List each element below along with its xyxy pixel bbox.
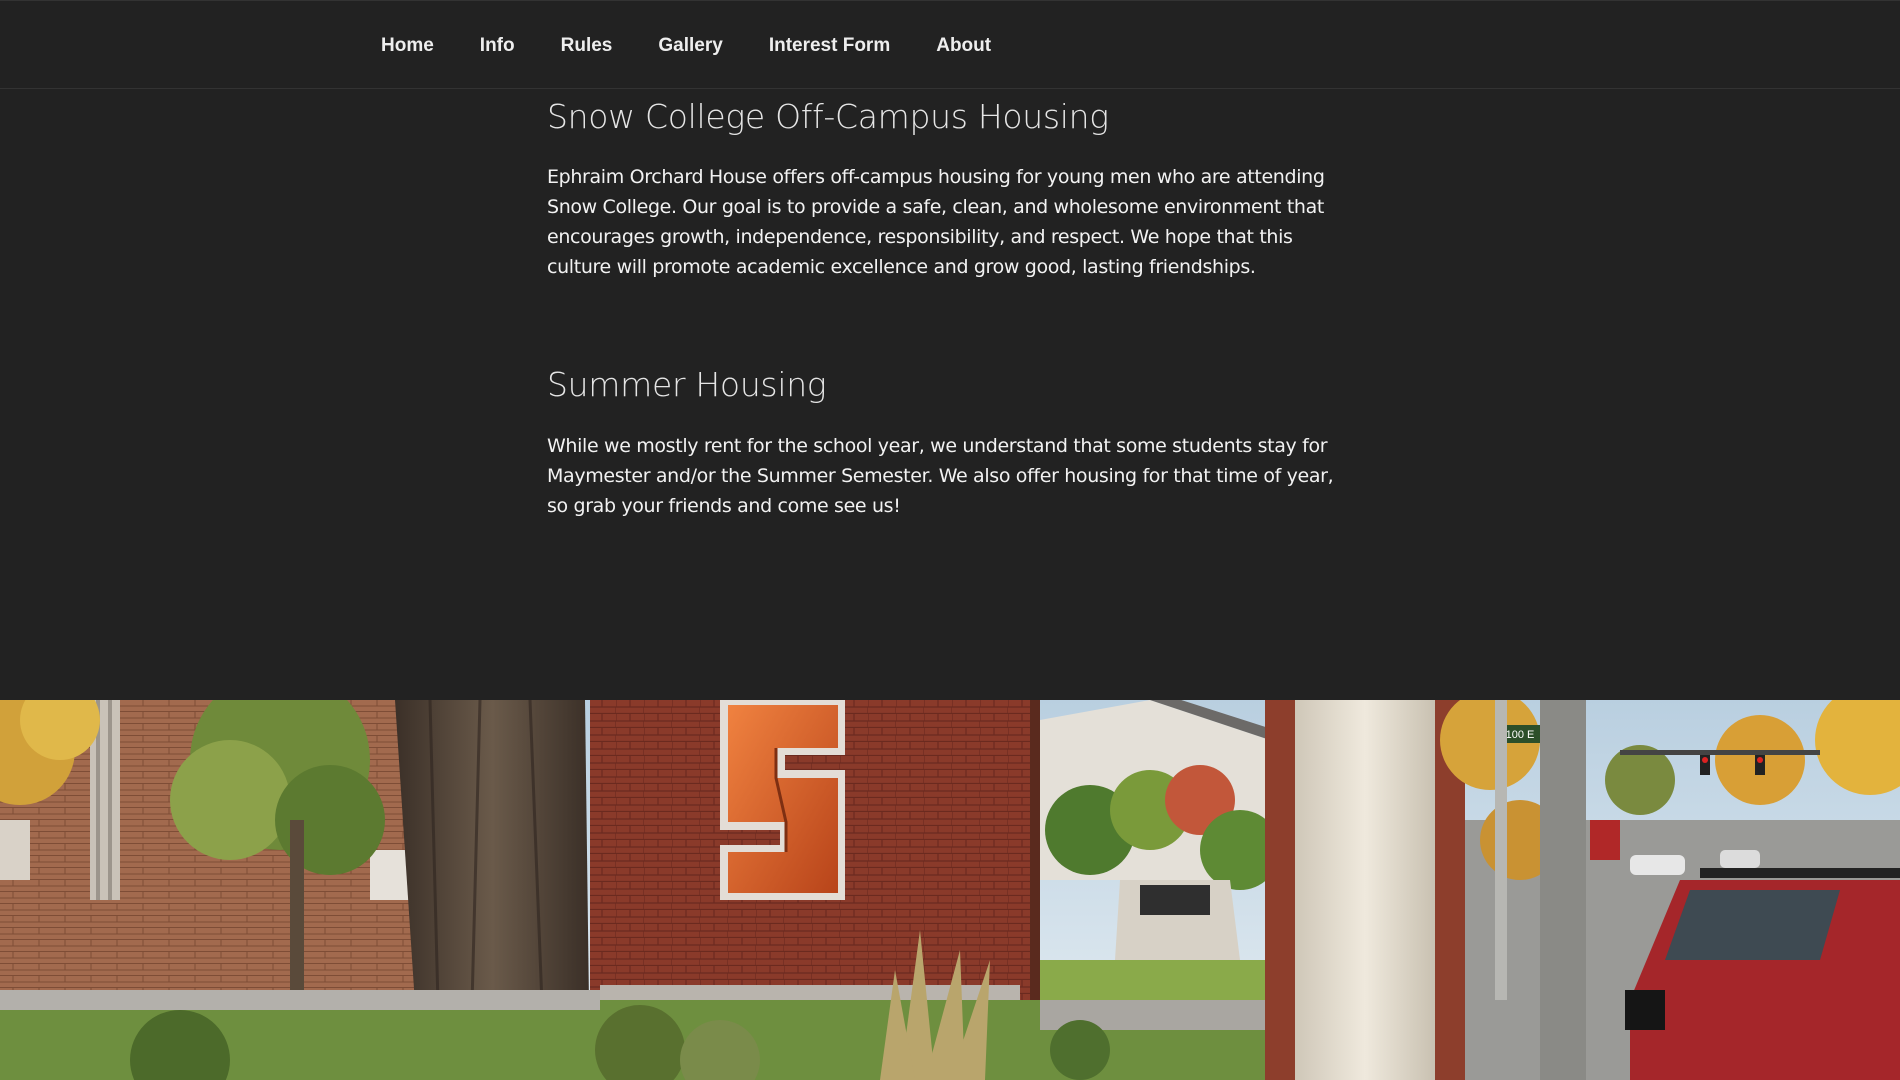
nav-item-interest-form[interactable]: Interest Form	[746, 35, 913, 57]
page: Home Info Rules Gallery Interest Form Ab…	[0, 0, 1900, 1080]
snow-college-s-logo	[720, 700, 845, 900]
section-title-summer-housing: Summer Housing	[547, 365, 827, 404]
campus-scene-illustration: 100 E	[0, 700, 1900, 1080]
section-body-off-campus-housing: Ephraim Orchard House offers off-campus …	[547, 166, 1325, 278]
nav-item-rules[interactable]: Rules	[538, 35, 636, 57]
nav-item-info[interactable]: Info	[457, 35, 538, 57]
section-body-summer-housing: While we mostly rent for the school year…	[547, 435, 1334, 517]
top-navigation: Home Info Rules Gallery Interest Form Ab…	[0, 0, 1900, 89]
section-title-off-campus-housing: Snow College Off-Campus Housing	[547, 97, 1109, 136]
nav-item-gallery[interactable]: Gallery	[635, 35, 745, 57]
nav-item-home[interactable]: Home	[358, 35, 457, 57]
campus-hero-image: 100 E	[0, 700, 1900, 1080]
nav-menu: Home Info Rules Gallery Interest Form Ab…	[358, 1, 1014, 90]
nav-item-about[interactable]: About	[913, 35, 1014, 57]
street-sign-text: 100 E	[1506, 729, 1535, 741]
